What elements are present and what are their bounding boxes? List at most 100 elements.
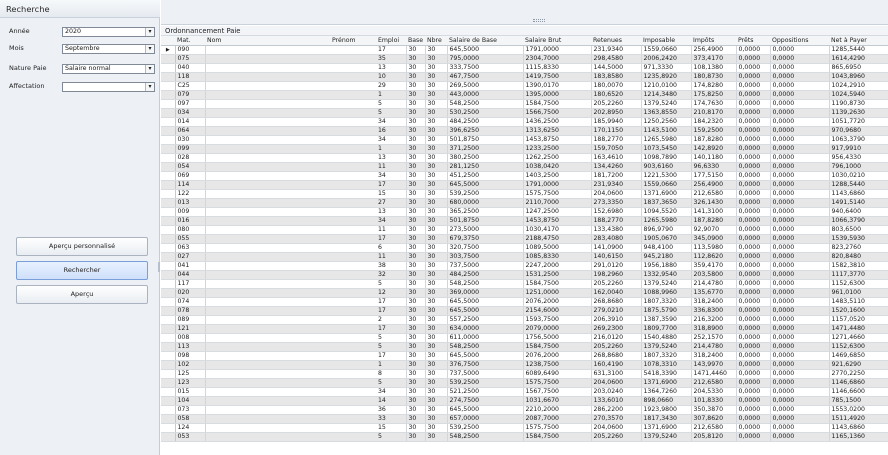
table-row[interactable]: 075 35 30 30 795,0000 2304,7000 298,4580 2006,2… [161,54,888,64]
table-cell[interactable]: 30 [425,162,448,172]
table-row[interactable]: 054 11 30 30 281,1250 1038,0420 134,4260 903,61… [161,162,888,172]
table-cell[interactable]: 1063,3790 [829,135,888,145]
table-cell[interactable]: 180,0070 [591,81,642,91]
table-cell[interactable]: 030 [175,135,206,145]
table-cell[interactable]: 180,6520 [591,90,642,100]
row-indicator[interactable] [161,216,176,226]
table-cell[interactable]: 0,0000 [770,63,830,73]
table-cell[interactable]: 320,7500 [447,243,524,253]
table-cell[interactable]: 539,2500 [447,423,524,433]
table-cell[interactable]: 30 [425,135,448,145]
table-cell[interactable]: 0,0000 [736,180,771,190]
table-cell[interactable]: 0,0000 [736,108,771,118]
table-cell[interactable]: 92,9070 [691,225,737,235]
table-cell[interactable]: 318,2400 [691,297,737,307]
table-cell[interactable]: 1593,7500 [523,315,592,325]
table-cell[interactable]: 1139,2630 [829,108,888,118]
apercu-personnalise-button[interactable]: Aperçu personnalisé [16,237,148,256]
table-row[interactable]: 121 17 30 30 634,0000 2079,0000 269,2300 1809,7… [161,324,888,334]
table-cell[interactable]: 530,2500 [447,108,524,118]
table-cell[interactable]: 0,0000 [736,306,771,316]
table-cell[interactable]: 30 [406,225,426,235]
table-cell[interactable]: 30 [425,315,448,325]
table-cell[interactable]: 30 [406,54,426,64]
table-cell[interactable] [205,234,330,244]
table-cell[interactable]: 17 [376,306,407,316]
table-row[interactable]: 098 17 30 30 645,5000 2076,2000 268,8680 1807,3… [161,351,888,361]
table-cell[interactable]: 270,3570 [591,414,642,424]
table-cell[interactable]: 0,0000 [770,387,830,397]
table-cell[interactable]: 214,4780 [691,342,737,352]
table-cell[interactable]: 204,5330 [691,387,737,397]
row-indicator[interactable] [161,288,176,298]
table-cell[interactable]: 028 [175,153,206,163]
table-cell[interactable] [330,162,376,172]
table-cell[interactable]: 269,2300 [591,324,642,334]
table-cell[interactable]: 30 [425,45,448,55]
table-cell[interactable]: 1817,3430 [641,414,692,424]
table-cell[interactable]: 140,6150 [591,252,642,262]
table-cell[interactable]: 185,9940 [591,117,642,127]
table-cell[interactable]: 1387,3590 [641,315,692,325]
table-row[interactable]: 008 5 30 30 611,0000 1756,5000 216,0120 1540,48… [161,333,888,343]
row-indicator[interactable] [161,162,176,172]
table-cell[interactable]: 30 [406,315,426,325]
table-cell[interactable]: 1066,3790 [829,216,888,226]
table-cell[interactable]: 645,5000 [447,297,524,307]
table-cell[interactable]: 30 [406,108,426,118]
table-cell[interactable]: 1575,7500 [523,423,592,433]
table-row[interactable]: 058 33 30 30 657,0000 2087,7000 270,3570 1817,3… [161,414,888,424]
table-cell[interactable] [205,162,330,172]
table-cell[interactable]: 10 [376,72,407,82]
table-cell[interactable]: 2079,0000 [523,324,592,334]
table-cell[interactable]: 30 [406,252,426,262]
table-cell[interactable]: 204,0600 [591,378,642,388]
table-cell[interactable]: 0,0000 [770,216,830,226]
table-cell[interactable]: 0,0000 [770,423,830,433]
row-indicator[interactable] [161,423,176,433]
table-cell[interactable]: 064 [175,126,206,136]
table-cell[interactable] [205,396,330,406]
table-cell[interactable]: 30 [406,234,426,244]
table-cell[interactable]: 501,8750 [447,135,524,145]
table-cell[interactable]: 2770,2250 [829,369,888,379]
table-cell[interactable]: 371,2500 [447,144,524,154]
table-cell[interactable]: 180,8730 [691,72,737,82]
table-cell[interactable]: 0,0000 [736,414,771,424]
table-cell[interactable]: 380,2500 [447,153,524,163]
table-cell[interactable]: 318,8900 [691,324,737,334]
table-cell[interactable]: 2188,4750 [523,234,592,244]
table-cell[interactable]: 14 [376,396,407,406]
table-cell[interactable]: 114 [175,180,206,190]
table-row[interactable]: 069 34 30 30 451,2500 1403,2500 181,7200 1221,5… [161,171,888,181]
table-cell[interactable]: 30 [406,378,426,388]
table-cell[interactable]: 117 [175,279,206,289]
table-cell[interactable]: 1419,7500 [523,72,592,82]
table-row[interactable]: 079 1 30 30 443,0000 1395,0000 180,6520 1214,34… [161,90,888,100]
table-row[interactable]: 099 1 30 30 371,2500 1233,2500 159,7050 1073,54… [161,144,888,154]
table-cell[interactable]: 0,0000 [736,90,771,100]
table-cell[interactable]: 15 [376,189,407,199]
table-cell[interactable]: 30 [406,90,426,100]
table-row[interactable]: 114 17 30 30 645,5000 1791,0000 231,9340 1559,0… [161,180,888,190]
table-cell[interactable]: 1089,5000 [523,243,592,253]
table-cell[interactable]: 1584,7500 [523,279,592,289]
table-cell[interactable] [205,360,330,370]
table-cell[interactable]: 1098,7890 [641,153,692,163]
table-cell[interactable] [330,387,376,397]
row-indicator[interactable] [161,72,176,82]
table-cell[interactable]: 917,9910 [829,144,888,154]
table-cell[interactable]: C25 [175,81,206,91]
table-cell[interactable]: 135,6770 [691,288,737,298]
table-cell[interactable]: 174,7630 [691,99,737,109]
table-cell[interactable]: 1265,5980 [641,135,692,145]
table-cell[interactable]: 0,0000 [770,324,830,334]
table-cell[interactable]: 33 [376,414,407,424]
table-cell[interactable] [330,324,376,334]
table-cell[interactable]: 903,6160 [641,162,692,172]
mois-select[interactable]: Septembre ▾ [62,44,155,54]
table-cell[interactable] [205,315,330,325]
table-row[interactable]: 124 15 30 30 539,2500 1575,7500 204,0600 1371,6… [161,423,888,433]
table-cell[interactable]: 256,4900 [691,45,737,55]
table-cell[interactable]: 152,6980 [591,207,642,217]
